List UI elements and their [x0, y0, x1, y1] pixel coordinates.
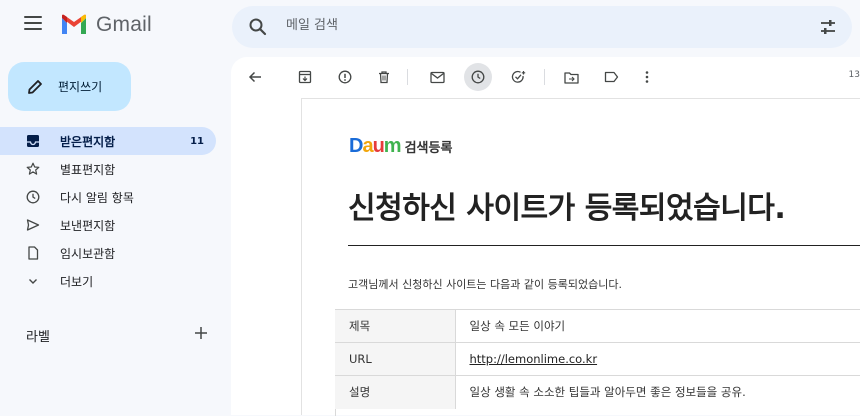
- more-options-button[interactable]: [633, 63, 661, 91]
- sidebar-item-label: 받은편지함: [60, 134, 116, 149]
- row-value: 일상 생활 속 소소한 팁들과 알아두면 좋은 정보들을 공유.: [455, 375, 860, 409]
- clock-icon: [471, 70, 485, 84]
- sidebar-item-label: 더보기: [60, 274, 94, 289]
- trash-icon: [379, 71, 389, 84]
- add-task-icon: [511, 70, 525, 83]
- daum-logo: Daum: [349, 135, 402, 157]
- sidebar-item-starred[interactable]: 별표편지함: [0, 155, 216, 183]
- compose-button[interactable]: 편지쓰기: [8, 62, 131, 111]
- gmail-wordmark: Gmail: [96, 13, 152, 36]
- archive-button[interactable]: [291, 63, 319, 91]
- sidebar-item-sent[interactable]: 보낸편지함: [0, 211, 216, 239]
- gmail-m-icon: [62, 14, 86, 34]
- message-toolbar: 13: [231, 57, 860, 95]
- delete-button[interactable]: [370, 63, 398, 91]
- sidebar-item-drafts[interactable]: 임시보관함: [0, 239, 216, 267]
- clock-icon: [26, 190, 40, 204]
- table-row: 설명 일상 생활 속 소소한 팁들과 알아두면 좋은 정보들을 공유.: [335, 375, 860, 409]
- sidebar-item-label: 별표편지함: [60, 162, 116, 177]
- back-button[interactable]: [241, 63, 269, 91]
- toolbar-divider: [407, 69, 408, 85]
- folder-move-icon: [563, 71, 579, 84]
- search-input[interactable]: [284, 17, 684, 34]
- toolbar-divider: [544, 69, 545, 85]
- email-headline: 신청하신 사이트가 등록되었습니다.: [348, 191, 786, 226]
- row-key: URL: [335, 342, 456, 376]
- brand-service-label: 검색등록: [404, 141, 453, 156]
- compose-label: 편지쓰기: [58, 80, 103, 94]
- send-icon: [26, 218, 40, 232]
- more-vert-icon: [645, 71, 649, 83]
- sidebar-item-label: 보낸편지함: [60, 218, 116, 233]
- sidebar-nav: 받은편지함 11 별표편지함 다시 알림 항목 보낸편지함 임시보관함 더보기: [0, 127, 226, 295]
- draft-icon: [26, 246, 40, 260]
- row-key: 제목: [335, 309, 456, 343]
- plus-icon[interactable]: [194, 326, 208, 340]
- label-icon: [604, 71, 618, 83]
- label-button[interactable]: [597, 63, 625, 91]
- search-options-icon[interactable]: [818, 17, 838, 37]
- table-row: URL http://lemonlime.co.kr: [335, 342, 860, 376]
- pencil-icon: [28, 79, 42, 94]
- report-spam-button[interactable]: [331, 63, 359, 91]
- move-to-button[interactable]: [557, 63, 585, 91]
- main-menu-button[interactable]: [24, 16, 42, 30]
- headline-divider: [348, 245, 860, 246]
- snooze-button[interactable]: [464, 63, 492, 91]
- archive-icon: [298, 70, 312, 84]
- sidebar-item-more[interactable]: 더보기: [0, 267, 216, 295]
- registration-info-table: 제목 일상 속 모든 이야기 URL http://lemonlime.co.k…: [335, 309, 860, 409]
- add-task-button[interactable]: [504, 63, 532, 91]
- sidebar-item-inbox[interactable]: 받은편지함 11: [0, 127, 216, 155]
- row-value: 일상 속 모든 이야기: [455, 309, 860, 343]
- search-bar[interactable]: [232, 6, 852, 48]
- mark-unread-button[interactable]: [423, 63, 451, 91]
- site-url-link[interactable]: http://lemonlime.co.kr: [470, 352, 598, 366]
- main-panel: 13 Daum 검색등록 신청하신 사이트가 등록되었습니다. 고객님께서 신청…: [231, 57, 860, 416]
- inbox-icon: [26, 134, 40, 148]
- message-count: 13: [848, 70, 860, 80]
- envelope-icon: [429, 71, 445, 83]
- report-icon: [338, 70, 352, 84]
- email-body: Daum 검색등록 신청하신 사이트가 등록되었습니다. 고객님께서 신청하신 …: [301, 98, 860, 416]
- sidebar-item-label: 다시 알림 항목: [60, 190, 134, 205]
- email-intro-text: 고객님께서 신청하신 사이트는 다음과 같이 등록되었습니다.: [348, 278, 622, 291]
- table-row: 제목 일상 속 모든 이야기: [335, 309, 860, 343]
- search-icon[interactable]: [248, 17, 268, 37]
- sidebar-item-snoozed[interactable]: 다시 알림 항목: [0, 183, 216, 211]
- sidebar-item-label: 임시보관함: [60, 246, 116, 261]
- row-key: 설명: [335, 375, 456, 409]
- row-value-cell: http://lemonlime.co.kr: [455, 342, 860, 376]
- star-icon: [26, 162, 40, 176]
- daum-brand: Daum 검색등록: [349, 135, 452, 158]
- arrow-left-icon: [248, 71, 261, 83]
- chevron-down-icon: [26, 274, 40, 288]
- gmail-logo[interactable]: Gmail: [60, 13, 152, 37]
- labels-heading: 라벨: [26, 330, 50, 345]
- unread-count-badge: 11: [190, 135, 204, 147]
